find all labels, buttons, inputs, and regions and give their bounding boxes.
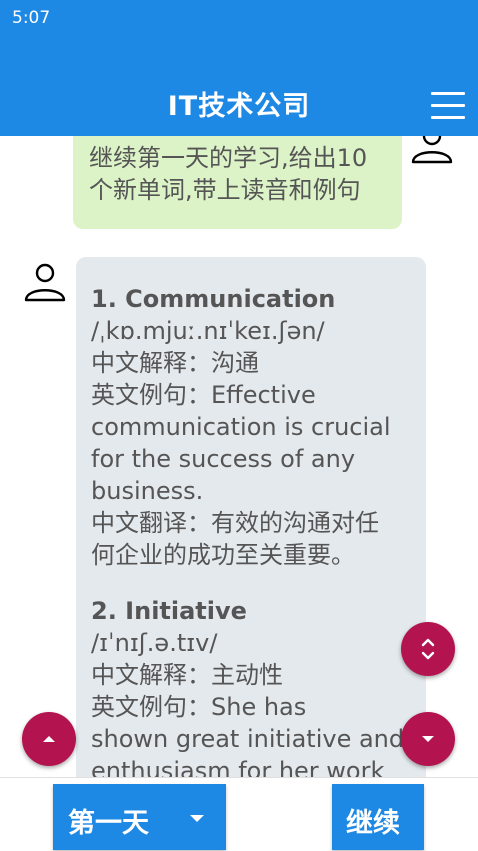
vocab-example-line: shown great initiative and xyxy=(91,725,405,753)
status-time: 5:07 xyxy=(12,8,51,28)
user-message-bubble: 继续第一天的学习,给出10 个新单词,带上读音和例句 xyxy=(73,136,402,229)
continue-label: 继续 xyxy=(346,808,400,839)
vocab-example-line: 英文例句：She has xyxy=(91,693,307,721)
scroll-toggle-button[interactable] xyxy=(401,622,455,676)
vocab-word: 2. Initiative xyxy=(91,597,247,625)
unfold-icon xyxy=(421,638,435,660)
vocab-meaning: 中文解释：主动性 xyxy=(91,661,283,689)
bot-message-bubble: 1. Communication /ˌkɒ.mjuː.nɪˈkeɪ.ʃən/ 中… xyxy=(76,257,426,777)
vocab-phonetic: /ɪˈnɪʃ.ə.tɪv/ xyxy=(91,629,218,657)
app-bar: IT技术公司 xyxy=(0,36,478,136)
vocab-example-line: communication is crucial xyxy=(91,413,391,441)
app-title: IT技术公司 xyxy=(167,91,311,122)
vocab-example-line: business. xyxy=(91,477,204,505)
entry-gap xyxy=(91,571,414,595)
user-message-line: 个新单词,带上读音和例句 xyxy=(89,176,361,204)
vocab-translation-line: 中文翻译：有效的沟通对任 xyxy=(91,509,379,537)
user-message-line: 继续第一天的学习,给出10 xyxy=(89,144,368,172)
arrow-up-icon xyxy=(43,736,55,742)
scroll-up-button[interactable] xyxy=(22,712,76,766)
bottom-bar: 第一天 继续 xyxy=(0,777,478,851)
vocab-word: 1. Communication xyxy=(91,285,336,313)
day-select-label: 第一天 xyxy=(68,808,149,839)
user-avatar-icon xyxy=(410,136,454,166)
chat-area[interactable]: 继续第一天的学习,给出10 个新单词,带上读音和例句 1. Communicat… xyxy=(0,136,478,777)
bot-avatar-icon xyxy=(23,260,67,304)
vocab-example-line: for the success of any xyxy=(91,445,356,473)
vocab-phonetic: /ˌkɒ.mjuː.nɪˈkeɪ.ʃən/ xyxy=(91,317,325,345)
scroll-down-button[interactable] xyxy=(401,712,455,766)
vocab-example-line: enthusiasm for her work xyxy=(91,757,385,777)
hamburger-menu-icon[interactable] xyxy=(431,90,465,120)
status-bar: 5:07 xyxy=(0,0,478,36)
vocab-meaning: 中文解释：沟通 xyxy=(91,349,259,377)
vocab-translation-line: 何企业的成功至关重要。 xyxy=(91,541,355,569)
continue-button[interactable]: 继续 xyxy=(332,784,424,850)
dropdown-caret-icon xyxy=(190,815,204,822)
day-select-button[interactable]: 第一天 xyxy=(53,784,226,850)
arrow-down-icon xyxy=(422,736,434,742)
vocab-example-line: 英文例句：Effective xyxy=(91,381,316,409)
